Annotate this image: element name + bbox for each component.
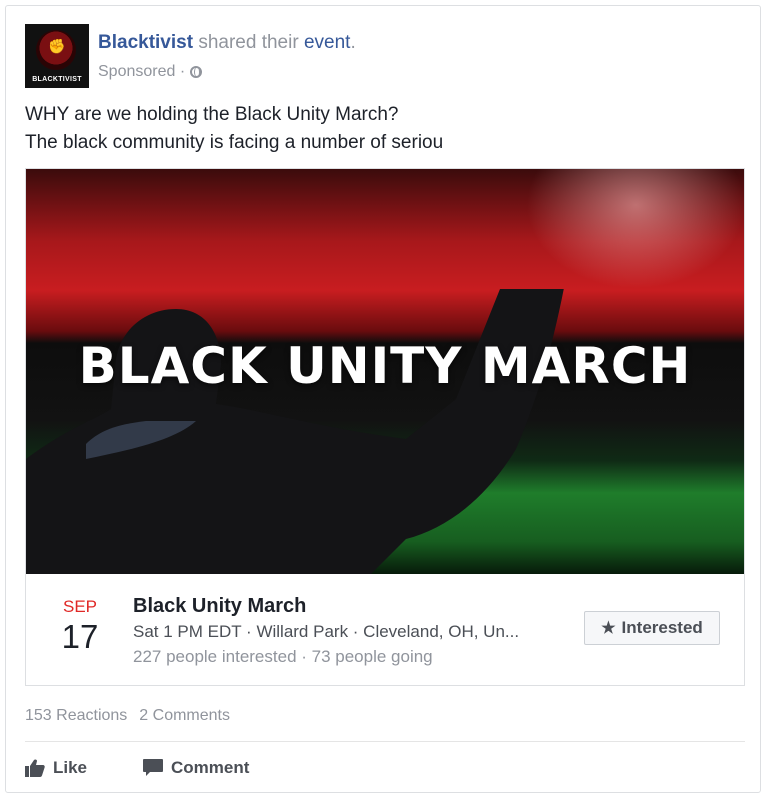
post-meta: Sponsored · — [98, 63, 203, 81]
event-time-location: Sat 1 PM EDT · Willard Park · Cleveland,… — [133, 622, 520, 641]
event-date-day: 17 — [61, 618, 99, 655]
interested-button[interactable]: ★ Interested — [584, 611, 720, 645]
reactions-count[interactable]: 153 Reactions — [25, 707, 127, 725]
post-text: WHY are we holding the Black Unity March… — [25, 101, 443, 157]
event-title-link[interactable]: Black Unity March — [133, 595, 306, 618]
sponsored-label[interactable]: Sponsored · — [98, 63, 185, 81]
header-period: . — [350, 32, 356, 53]
header-action-text: shared their — [193, 32, 304, 53]
banner-title: BLACK UNITY MARCH — [78, 337, 692, 395]
like-button[interactable]: Like — [25, 758, 87, 778]
interested-label: Interested — [621, 618, 703, 637]
comment-label: Comment — [171, 758, 250, 777]
globe-icon — [190, 66, 203, 78]
like-label: Like — [53, 758, 88, 777]
comment-button[interactable]: Comment — [143, 758, 249, 778]
post-header: Blacktivist shared their event. — [98, 32, 356, 54]
page-avatar[interactable]: ✊ BLACKTIVIST — [25, 24, 89, 88]
page-name-link[interactable]: Blacktivist — [98, 32, 193, 53]
banner-light — [526, 169, 744, 289]
avatar-brand-text: BLACKTIVIST — [32, 76, 82, 83]
event-cover-image[interactable]: BLACK UNITY MARCH — [26, 169, 744, 574]
raised-fist-silhouette — [26, 289, 564, 574]
post-text-line-2: The black community is facing a number o… — [25, 132, 444, 153]
speech-bubble-icon — [143, 759, 163, 776]
event-date-month: SEP — [62, 597, 98, 616]
comments-count[interactable]: 2 Comments — [139, 707, 230, 725]
engagement-counts: 153 Reactions 2 Comments — [25, 707, 230, 725]
event-attachment[interactable]: BLACK UNITY MARCH SEP 17 Black Unity Mar… — [25, 168, 745, 686]
actions-divider — [25, 741, 745, 742]
event-attendance: 227 people interested · 73 people going — [133, 647, 433, 666]
event-link[interactable]: event — [304, 32, 350, 53]
post-text-line-1: WHY are we holding the Black Unity March… — [25, 104, 399, 125]
post-card: ✊ BLACKTIVIST Blacktivist shared their e… — [5, 5, 761, 793]
avatar-symbol: ✊ — [48, 38, 66, 54]
thumbs-up-icon — [25, 759, 45, 777]
star-icon: ★ — [601, 620, 616, 637]
